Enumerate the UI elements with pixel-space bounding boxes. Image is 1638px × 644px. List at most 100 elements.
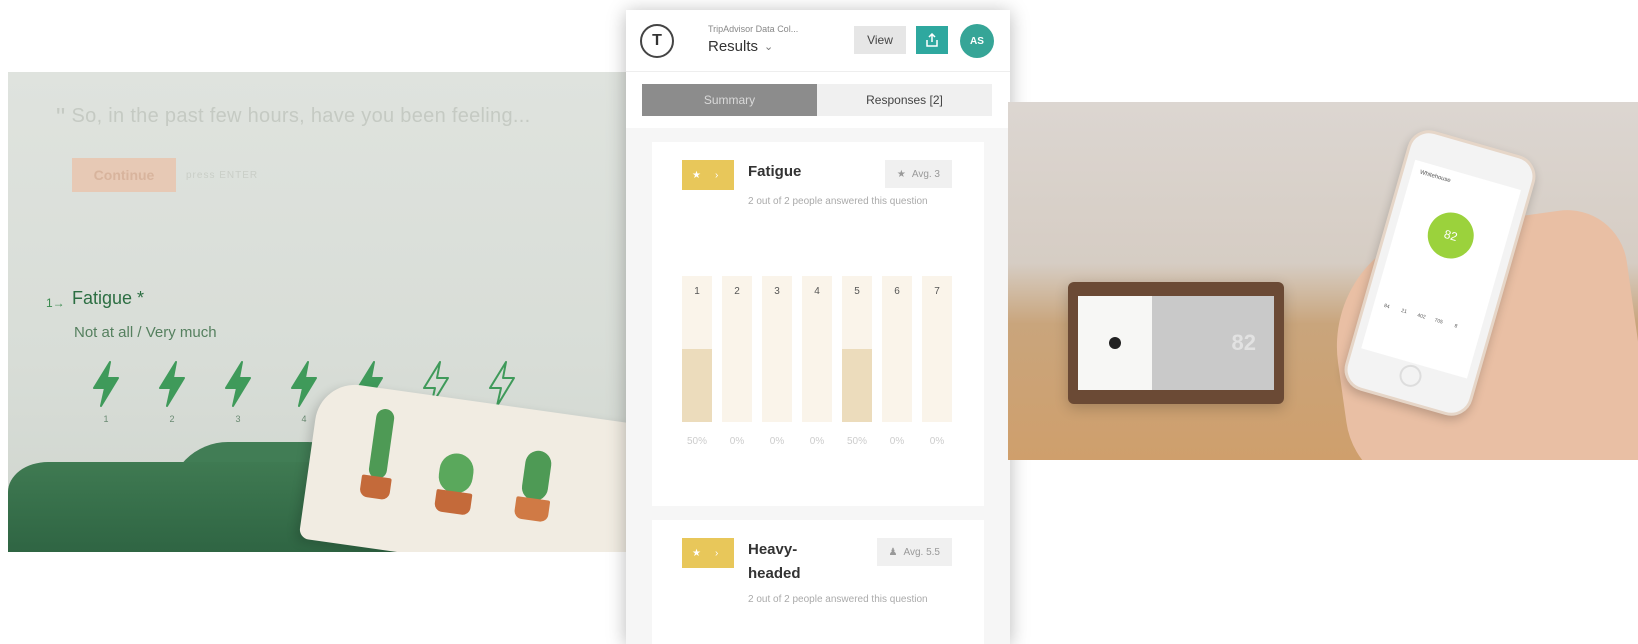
question-title: Fatigue (748, 163, 802, 180)
scale-label: Not at all / Very much (74, 324, 217, 341)
air-quality-monitor: 82 (1068, 282, 1284, 404)
phone-app-title: Whitehouse (1419, 169, 1452, 185)
results-content: ★ › Fatigue 2 out of 2 people answered th… (626, 128, 1010, 644)
cactus-graphic (367, 407, 396, 480)
phone-stat: 705 (1433, 317, 1444, 326)
rating-question-icon: ★ › (682, 538, 734, 568)
rating-bar: 1 50% (682, 276, 712, 447)
quote-icon: " (56, 102, 66, 132)
rating-bar-track: 5 (842, 276, 872, 422)
rating-bar-label: 2 (734, 286, 740, 297)
question-card-fatigue: ★ › Fatigue 2 out of 2 people answered th… (652, 142, 984, 506)
page-title: Results (708, 38, 759, 55)
rating-bar-track: 2 (722, 276, 752, 422)
sensor-dot (1109, 337, 1121, 349)
star-icon: ★ (692, 547, 701, 559)
lightning-bolt-icon (291, 361, 317, 407)
rating-bar-track: 6 (882, 276, 912, 422)
rating-bar-fill (682, 349, 712, 422)
app-header: T TripAdvisor Data Col... Results ⌄ View… (626, 10, 1010, 72)
phone-stats-row: 84 21 402 705 8 (1379, 302, 1463, 331)
question-response-count: 2 out of 2 people answered this question (748, 196, 928, 207)
pot-graphic (433, 488, 473, 516)
phone-stat: 21 (1400, 307, 1408, 316)
rating-question-icon: ★ › (682, 160, 734, 190)
home-button (1396, 362, 1425, 390)
rating-bar-percent: 50% (846, 436, 867, 447)
view-button[interactable]: View (854, 26, 906, 54)
avatar[interactable]: AS (960, 24, 994, 58)
question-card-heavy-headed: ★ › Heavy-headed 2 out of 2 people answer… (652, 520, 984, 644)
results-app-window: T TripAdvisor Data Col... Results ⌄ View… (626, 10, 1010, 644)
rating-bar-track: 4 (802, 276, 832, 422)
rating-bar-fill (842, 349, 872, 422)
pot-graphic (513, 496, 551, 523)
rating-bar-percent: 50% (686, 436, 707, 447)
rating-bar: 6 0% (882, 276, 912, 447)
rating-bar: 4 0% (802, 276, 832, 447)
rating-bar-label: 5 (854, 286, 860, 297)
rating-bar-track: 1 (682, 276, 712, 422)
rating-bar-percent: 0% (889, 436, 905, 447)
average-value: Avg. 3 (911, 168, 940, 180)
pot-graphic (359, 474, 392, 501)
monitor-sensor (1078, 296, 1152, 390)
rating-bar-label: 4 (814, 286, 820, 297)
share-icon (926, 33, 938, 47)
average-badge: ♟ Avg. 5.5 (876, 538, 952, 566)
tab-summary[interactable]: Summary (642, 84, 817, 116)
enter-hint: press ENTER (186, 170, 259, 181)
rating-bar-percent: 0% (929, 436, 945, 447)
chevron-icon: › (714, 169, 719, 181)
typeform-question-panel: " So, in the past few hours, have you bee… (8, 72, 658, 552)
lightning-bolt-icon (225, 361, 251, 407)
rating-option-number: 3 (235, 414, 241, 424)
form-name: TripAdvisor Data Col... (708, 24, 799, 34)
rating-distribution-chart: 1 50% 2 0% 3 0% 4 0% 5 50% 6 0% 7 0% (682, 276, 952, 447)
rating-bar: 3 0% (762, 276, 792, 447)
monitor-display: 82 (1152, 296, 1274, 390)
question-label: So, in the past few hours, have you been… (71, 105, 531, 127)
rating-option[interactable]: 3 (220, 360, 256, 424)
phone-score-circle: 82 (1422, 207, 1480, 264)
chevron-down-icon: ⌄ (764, 41, 774, 53)
rating-bar-track: 3 (762, 276, 792, 422)
field-label: Fatigue * (72, 288, 145, 308)
lightning-bolt-icon (489, 361, 515, 407)
phone-stat: 402 (1416, 312, 1427, 321)
rating-option-number: 4 (301, 414, 307, 424)
cactus-graphic (520, 449, 553, 503)
phone-stat: 84 (1383, 302, 1391, 311)
tab-responses[interactable]: Responses [2] (817, 84, 992, 116)
question-title: Heavy-headed (748, 541, 801, 582)
rating-bar: 7 0% (922, 276, 952, 447)
page-title-dropdown[interactable]: Results ⌄ (708, 38, 773, 55)
typeform-logo[interactable]: T (640, 24, 674, 58)
rating-option-number: 2 (169, 414, 175, 424)
device-photo: 82 Whitehouse 82 84 21 402 705 8 (1008, 102, 1638, 460)
rating-bar-track: 7 (922, 276, 952, 422)
person-icon: ♟ (888, 546, 898, 558)
chevron-icon: › (714, 547, 719, 559)
rating-bar: 5 50% (842, 276, 872, 447)
rating-option[interactable]: 1 (88, 360, 124, 424)
cactus-pillow (298, 379, 658, 552)
question-response-count: 2 out of 2 people answered this question (748, 594, 928, 605)
rating-bar-label: 1 (694, 286, 700, 297)
star-icon: ★ (896, 168, 906, 180)
share-button[interactable] (916, 26, 948, 54)
phone-stat: 8 (1453, 323, 1459, 330)
rating-option-number: 1 (103, 414, 109, 424)
average-value: Avg. 5.5 (903, 546, 940, 558)
continue-button[interactable]: Continue (72, 158, 176, 192)
rating-bar: 2 0% (722, 276, 752, 447)
monitor-reading: 82 (1231, 330, 1256, 355)
monitor-face: 82 (1078, 296, 1274, 390)
rating-bar-percent: 0% (809, 436, 825, 447)
star-icon: ★ (692, 169, 701, 181)
rating-bar-label: 7 (934, 286, 940, 297)
rating-bar-percent: 0% (729, 436, 745, 447)
rating-bar-label: 3 (774, 286, 780, 297)
rating-option[interactable]: 2 (154, 360, 190, 424)
average-badge: ★ Avg. 3 (884, 160, 952, 188)
